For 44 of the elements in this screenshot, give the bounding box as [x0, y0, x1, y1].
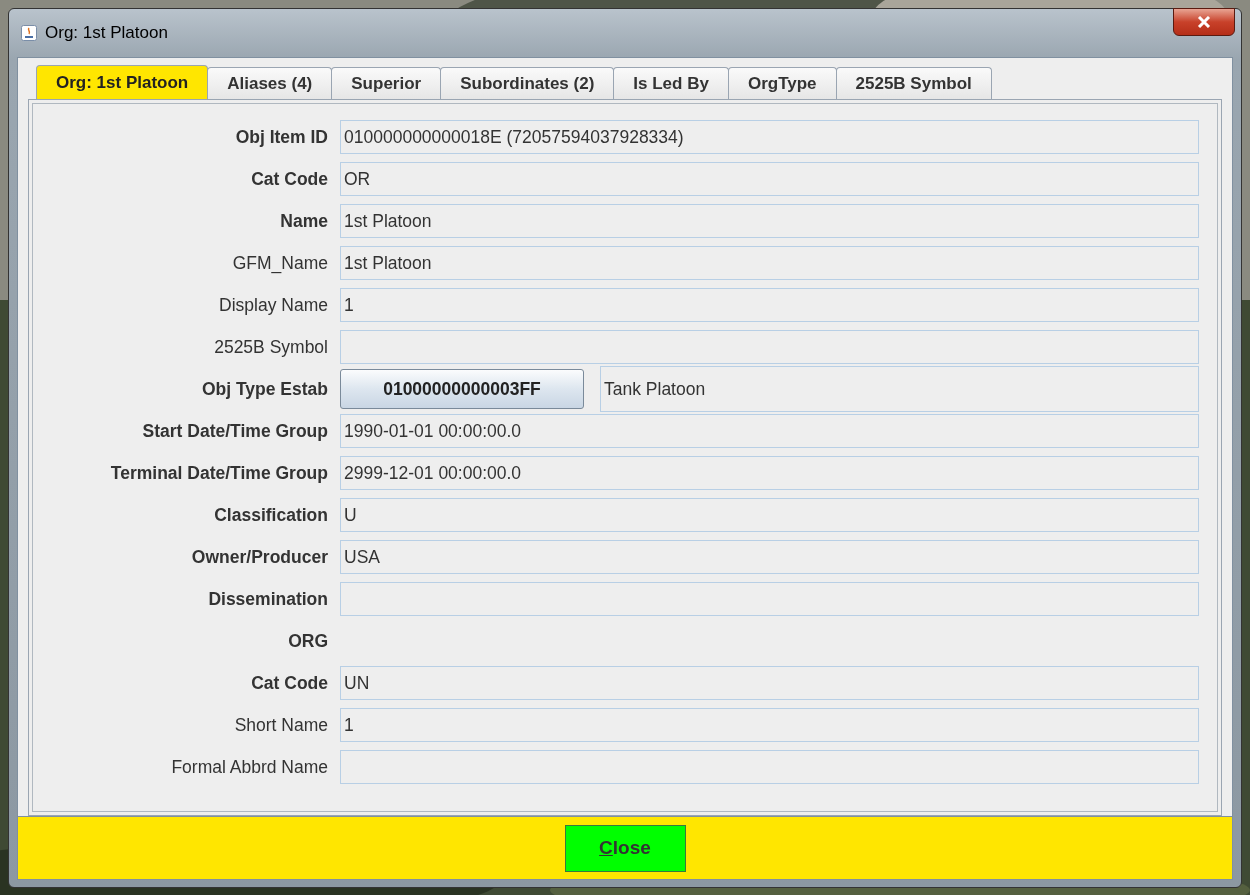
- text-field[interactable]: [340, 750, 1199, 784]
- text-field[interactable]: USA: [340, 540, 1199, 574]
- tab[interactable]: Aliases (4): [207, 67, 333, 99]
- field-label: 2525B Symbol: [213, 336, 329, 358]
- field-label: Terminal Date/Time Group: [109, 462, 329, 484]
- field-label: Display Name: [218, 294, 329, 316]
- close-button[interactable]: Close: [564, 824, 686, 872]
- text-field[interactable]: 1st Platoon: [340, 246, 1199, 280]
- text-field[interactable]: 1st Platoon: [340, 204, 1199, 238]
- text-field[interactable]: OR: [340, 162, 1199, 196]
- field-label: Cat Code: [250, 672, 329, 694]
- field-label: Start Date/Time Group: [141, 420, 329, 442]
- text-field[interactable]: U: [340, 498, 1199, 532]
- close-icon: [1197, 16, 1211, 28]
- text-field[interactable]: 1: [340, 288, 1199, 322]
- field-label: Owner/Producer: [190, 546, 329, 568]
- app-icon: [21, 25, 37, 41]
- tab[interactable]: 2525B Symbol: [835, 67, 992, 99]
- field-label: Obj Item ID: [234, 126, 329, 148]
- tab[interactable]: OrgType: [727, 67, 837, 99]
- field-label: ORG: [287, 630, 329, 652]
- text-field[interactable]: 1990-01-01 00:00:00.0: [340, 414, 1199, 448]
- field-label: Short Name: [233, 714, 329, 736]
- id-button[interactable]: 01000000000003FF: [340, 369, 584, 409]
- field-label: Obj Type Estab: [200, 378, 329, 400]
- text-field[interactable]: Tank Platoon: [600, 366, 1199, 412]
- field-label: Cat Code: [250, 168, 329, 190]
- window-title: Org: 1st Platoon: [45, 23, 168, 43]
- tab[interactable]: Is Led By: [613, 67, 729, 99]
- field-label: Formal Abbrd Name: [170, 756, 329, 778]
- field-label: Dissemination: [207, 588, 329, 610]
- text-field[interactable]: UN: [340, 666, 1199, 700]
- close-button[interactable]: [1173, 8, 1235, 36]
- text-field[interactable]: [340, 582, 1199, 616]
- text-field[interactable]: 2999-12-01 00:00:00.0: [340, 456, 1199, 490]
- tab[interactable]: Subordinates (2): [440, 67, 615, 99]
- text-field[interactable]: 1: [340, 708, 1199, 742]
- text-field[interactable]: [340, 330, 1199, 364]
- field-label: Name: [279, 210, 329, 232]
- tab[interactable]: Superior: [331, 67, 442, 99]
- tab[interactable]: Org: 1st Platoon: [36, 65, 209, 99]
- field-label: GFM_Name: [231, 252, 329, 274]
- field-label: Classification: [213, 504, 329, 526]
- text-field[interactable]: 010000000000018E (72057594037928334): [340, 120, 1199, 154]
